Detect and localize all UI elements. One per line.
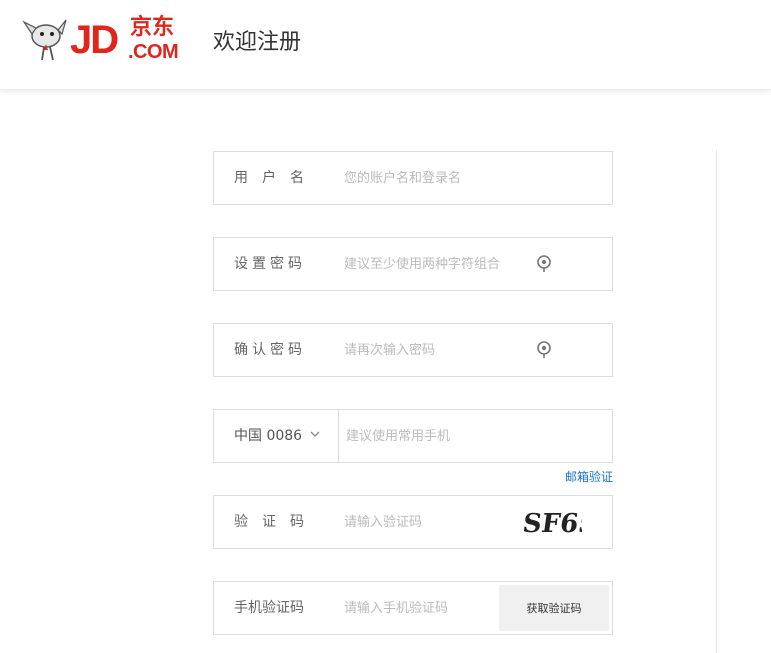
country-code-select[interactable]: 中国 0086 [214,410,339,462]
username-label: 用户名 [234,170,318,186]
sms-code-label: 手机验证码 [234,600,304,616]
captcha-text: SF65 [522,508,582,539]
phone-input[interactable] [346,424,596,448]
country-code-value: 中国 0086 [234,428,303,444]
jd-logo[interactable]: JD 京东 .COM [22,12,187,68]
captcha-input[interactable] [344,510,504,534]
captcha-label: 验证码 [234,514,318,530]
logo-com-text: .COM [128,41,179,63]
page-title: 欢迎注册 [213,30,302,55]
chevron-down-icon [310,431,320,437]
captcha-image[interactable]: SF65 [522,502,582,542]
captcha-field: 验证码 SF65 [213,495,613,549]
site-header: JD 京东 .COM 欢迎注册 [0,0,771,90]
username-field: 用户名 [213,151,613,205]
email-verify-link[interactable]: 邮箱验证 [560,468,613,486]
confirm-password-field: 确认密码 [213,323,613,377]
eye-icon[interactable] [534,251,554,273]
divider-line [716,150,717,653]
username-input[interactable] [344,166,534,190]
jd-mascot-icon [22,19,67,61]
logo-jd-text: JD [70,18,119,62]
password-input[interactable] [344,252,524,276]
eye-icon[interactable] [534,337,554,359]
sms-code-input[interactable] [344,596,494,620]
logo-cn-text: 京东 [130,15,175,40]
password-label: 设置密码 [234,256,306,272]
get-code-button[interactable]: 获取验证码 [499,585,609,631]
confirm-password-input[interactable] [344,338,524,362]
confirm-password-label: 确认密码 [234,342,306,358]
phone-field: 中国 0086 [213,409,613,463]
password-field: 设置密码 [213,237,613,291]
sms-code-field: 手机验证码 获取验证码 [213,581,613,635]
